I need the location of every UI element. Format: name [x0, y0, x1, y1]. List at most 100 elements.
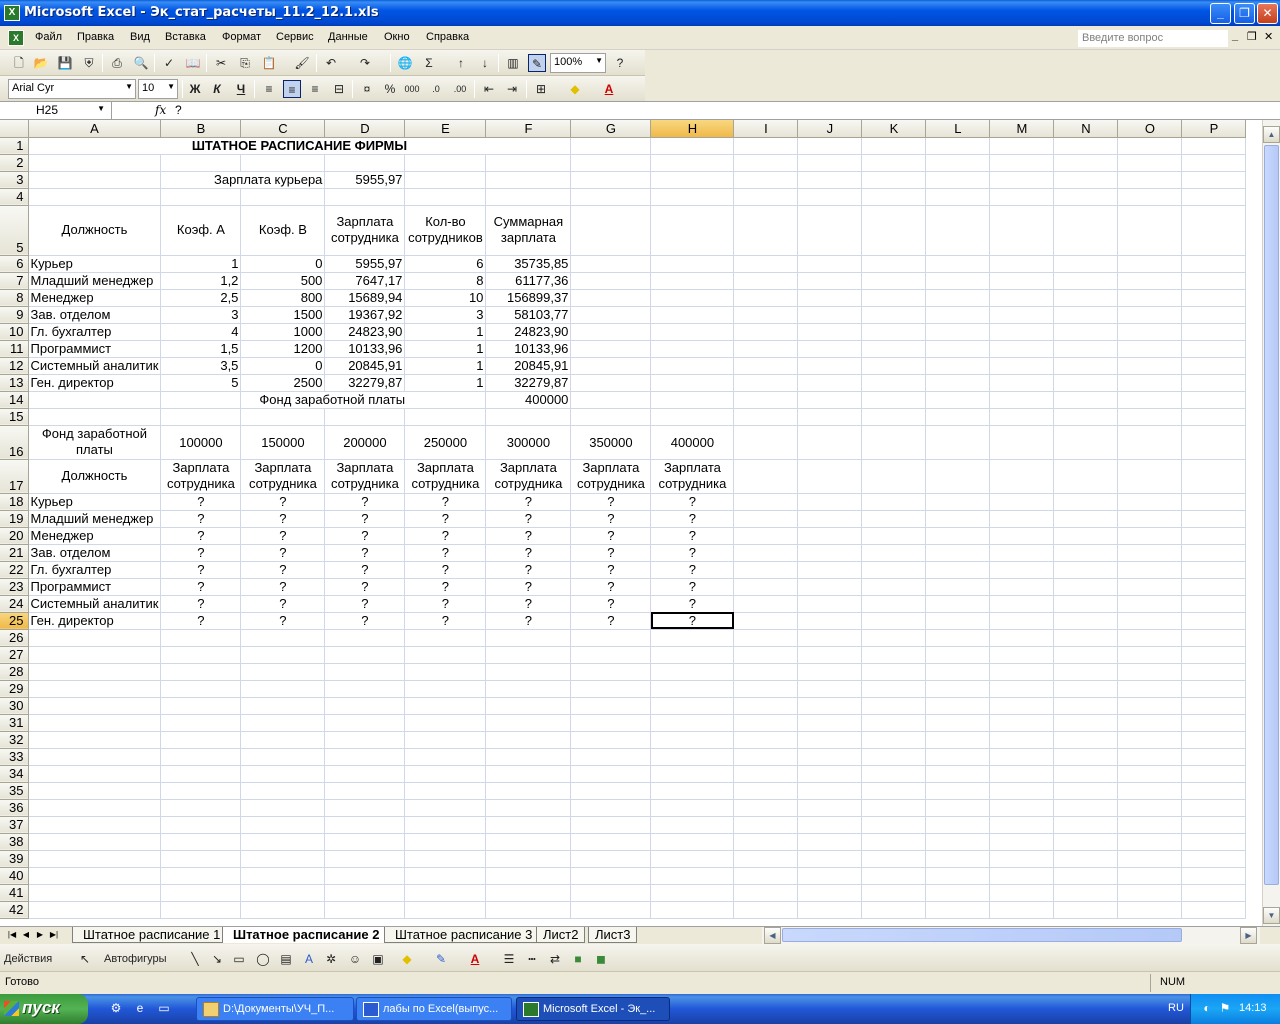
next-sheet-icon[interactable]: ▶	[34, 928, 46, 942]
salary-cell[interactable]: 32279,87	[324, 374, 406, 392]
row-header[interactable]: 23	[0, 578, 29, 596]
payroll-fund-value[interactable]: 400000	[485, 391, 572, 409]
count-cell[interactable]: 1	[404, 340, 487, 358]
row-header[interactable]: 33	[0, 748, 29, 766]
row-header[interactable]: 30	[0, 697, 29, 715]
print-icon[interactable]: ⎙	[108, 54, 126, 72]
close-button[interactable]: ✕	[1257, 3, 1278, 24]
tab-list3[interactable]: Лист3	[588, 927, 638, 943]
line-color-icon[interactable]: ✎	[432, 950, 450, 968]
coef-b-cell[interactable]: 0	[240, 357, 326, 375]
position-cell[interactable]: Младший менеджер	[28, 510, 162, 528]
matrix-cell[interactable]: ?	[160, 612, 242, 630]
position-cell[interactable]: Системный аналитик	[28, 595, 162, 613]
total-cell[interactable]: 58103,77	[485, 306, 572, 324]
fx-icon[interactable]: fx	[155, 103, 166, 117]
fund-value-cell[interactable]: 300000	[485, 425, 572, 460]
matrix-cell[interactable]: ?	[485, 527, 572, 545]
matrix-cell[interactable]: ?	[404, 612, 487, 630]
doc-minimize-button[interactable]: _	[1232, 30, 1238, 42]
autoshapes-menu[interactable]: Автофигуры	[104, 950, 167, 968]
matrix-header-salary[interactable]: Зарплата сотрудника	[324, 459, 406, 494]
fill-color-icon[interactable]: ◆	[566, 80, 584, 98]
increase-indent-icon[interactable]: ⇥	[503, 80, 521, 98]
total-cell[interactable]: 32279,87	[485, 374, 572, 392]
position-cell[interactable]: Менеджер	[28, 527, 162, 545]
format-painter-icon[interactable]: 🖌	[293, 54, 311, 72]
matrix-cell[interactable]: ?	[160, 527, 242, 545]
row-header[interactable]: 29	[0, 680, 29, 698]
help-icon[interactable]: ?	[611, 54, 629, 72]
row-header[interactable]: 21	[0, 544, 29, 562]
matrix-cell[interactable]: ?	[404, 544, 487, 562]
rectangle-icon[interactable]: ▭	[230, 950, 248, 968]
matrix-cell[interactable]: ?	[650, 578, 735, 596]
fund-value-cell[interactable]: 100000	[160, 425, 242, 460]
position-cell[interactable]: Программист	[28, 578, 162, 596]
matrix-cell[interactable]: ?	[160, 595, 242, 613]
matrix-cell[interactable]: ?	[485, 561, 572, 579]
matrix-cell[interactable]: ?	[650, 493, 735, 511]
column-header-selected[interactable]: H	[650, 120, 735, 138]
doc-close-button[interactable]: ✕	[1264, 30, 1273, 43]
matrix-cell[interactable]: ?	[650, 527, 735, 545]
sort-ascending-icon[interactable]: ↑	[452, 54, 470, 72]
matrix-cell[interactable]: ?	[240, 544, 326, 562]
row-header[interactable]: 18	[0, 493, 29, 511]
coef-b-cell[interactable]: 0	[240, 255, 326, 273]
currency-icon[interactable]: ¤	[358, 80, 376, 98]
font-name-select[interactable]: Arial Cyr ▼	[8, 79, 136, 99]
matrix-cell[interactable]: ?	[570, 595, 652, 613]
column-header[interactable]: D	[324, 120, 406, 138]
count-cell[interactable]: 8	[404, 272, 487, 290]
matrix-cell[interactable]: ?	[324, 561, 406, 579]
payroll-fund-label[interactable]: Фонд заработной платы	[240, 391, 487, 409]
position-cell[interactable]: Гл. бухгалтер	[28, 323, 162, 341]
horizontal-scroll-thumb[interactable]	[782, 928, 1182, 942]
row-header[interactable]: 13	[0, 374, 29, 392]
row-header[interactable]: 9	[0, 306, 29, 324]
align-right-icon[interactable]: ≡	[306, 80, 324, 98]
menu-tools[interactable]: Сервис	[276, 31, 314, 43]
save-icon[interactable]: 💾	[56, 54, 74, 72]
italic-button[interactable]: К	[208, 80, 226, 98]
column-header[interactable]: N	[1053, 120, 1119, 138]
matrix-header-salary[interactable]: Зарплата сотрудника	[240, 459, 326, 494]
scroll-right-icon[interactable]: ▶	[1240, 927, 1257, 944]
row-header[interactable]: 20	[0, 527, 29, 545]
coef-a-cell[interactable]: 1,2	[160, 272, 242, 290]
sort-descending-icon[interactable]: ↓	[476, 54, 494, 72]
matrix-header-salary[interactable]: Зарплата сотрудника	[160, 459, 242, 494]
coef-a-cell[interactable]: 2,5	[160, 289, 242, 307]
row-header[interactable]: 27	[0, 646, 29, 664]
position-cell[interactable]: Курьер	[28, 493, 162, 511]
font-color-icon[interactable]: A	[600, 80, 618, 98]
formula-input[interactable]: ?	[175, 103, 182, 117]
fund-value-cell[interactable]: 150000	[240, 425, 326, 460]
position-cell[interactable]: Зав. отделом	[28, 306, 162, 324]
salary-cell[interactable]: 15689,94	[324, 289, 406, 307]
undo-icon[interactable]: ↶	[322, 54, 340, 72]
column-header[interactable]: B	[160, 120, 242, 138]
minimize-button[interactable]: _	[1210, 3, 1231, 24]
salary-cell[interactable]: 20845,91	[324, 357, 406, 375]
row-header[interactable]: 11	[0, 340, 29, 358]
start-button[interactable]: пуск	[0, 994, 88, 1024]
matrix-cell[interactable]: ?	[404, 561, 487, 579]
new-icon[interactable]: 🗋	[10, 54, 28, 72]
internet-explorer-icon[interactable]: e	[132, 1001, 148, 1017]
matrix-cell[interactable]: ?	[240, 578, 326, 596]
task-explorer[interactable]: D:\Документы\УЧ_П...	[196, 997, 354, 1021]
coef-b-cell[interactable]: 800	[240, 289, 326, 307]
tray-flag-icon[interactable]: ⚑	[1217, 1001, 1233, 1017]
matrix-header-position[interactable]: Должность	[28, 459, 162, 494]
total-cell[interactable]: 61177,36	[485, 272, 572, 290]
tab-sheet-2[interactable]: Штатное расписание 2	[222, 927, 391, 943]
coef-b-cell[interactable]: 2500	[240, 374, 326, 392]
position-cell[interactable]: Курьер	[28, 255, 162, 273]
matrix-cell[interactable]: ?	[160, 510, 242, 528]
row-header[interactable]: 41	[0, 884, 29, 902]
menu-help[interactable]: Справка	[426, 31, 469, 43]
salary-cell[interactable]: 7647,17	[324, 272, 406, 290]
textbox-icon[interactable]: ▤	[277, 950, 295, 968]
